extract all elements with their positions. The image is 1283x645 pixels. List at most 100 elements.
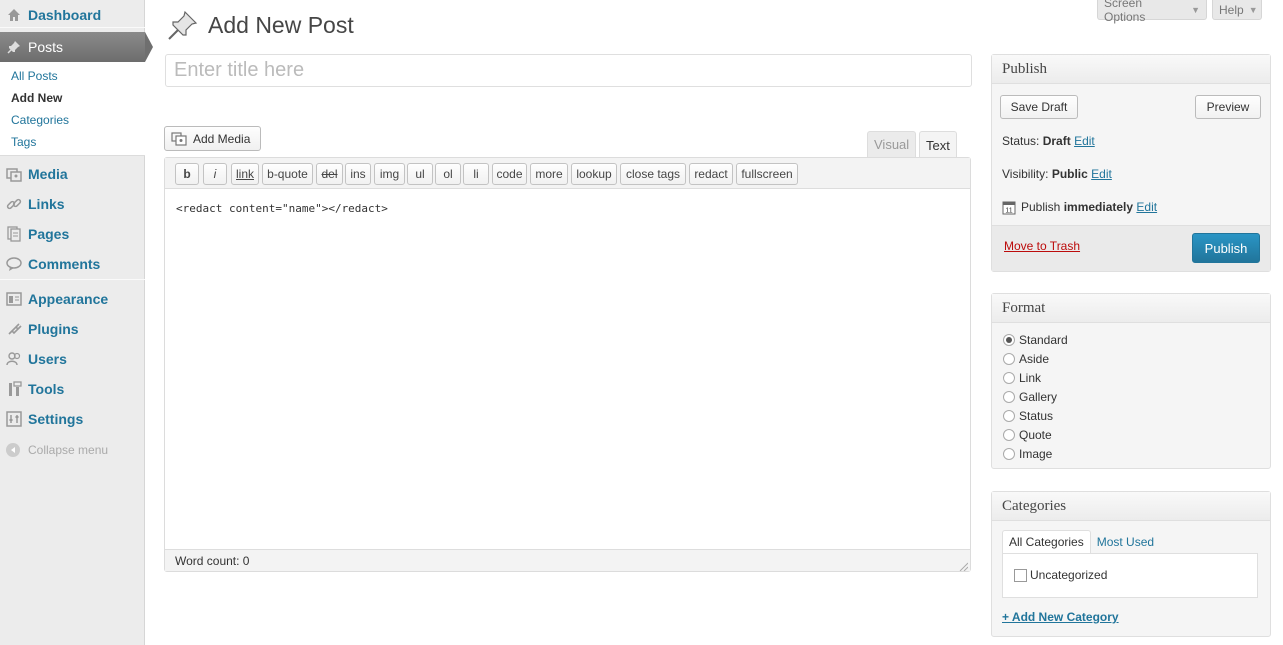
visibility-edit-link[interactable]: Edit xyxy=(1091,167,1112,181)
qt-bquote-button[interactable]: b-quote xyxy=(262,163,313,185)
radio-button[interactable] xyxy=(1003,334,1015,346)
quicktags-toolbar: b i link b-quote del ins img ul ol li co… xyxy=(165,158,970,189)
menu-pages-label: Pages xyxy=(28,226,70,242)
qt-redact-button[interactable]: redact xyxy=(689,163,733,185)
menu-posts[interactable]: Posts xyxy=(0,32,145,62)
save-draft-button[interactable]: Save Draft xyxy=(1000,95,1078,119)
visibility-row: Visibility: Public Edit xyxy=(1002,167,1112,181)
menu-settings-label: Settings xyxy=(28,411,84,427)
categories-box: Categories All Categories Most Used Unca… xyxy=(991,491,1271,637)
screen-options-button[interactable]: Screen Options ▼ xyxy=(1097,0,1207,24)
menu-appearance[interactable]: Appearance xyxy=(0,284,145,314)
collapse-arrow-icon xyxy=(6,443,20,457)
tab-most-used[interactable]: Most Used xyxy=(1091,530,1160,554)
menu-separator xyxy=(0,279,145,280)
qt-li-button[interactable]: li xyxy=(463,163,489,185)
format-option-quote[interactable]: Quote xyxy=(1003,428,1052,442)
editor-status-bar: Word count: 0 xyxy=(165,549,970,571)
category-item[interactable]: Uncategorized xyxy=(1014,568,1107,582)
tab-all-categories[interactable]: All Categories xyxy=(1002,530,1091,554)
qt-lookup-button[interactable]: lookup xyxy=(571,163,617,185)
move-to-trash-link[interactable]: Move to Trash xyxy=(1004,239,1080,253)
qt-ins-button[interactable]: ins xyxy=(345,163,371,185)
menu-pages[interactable]: Pages xyxy=(0,219,145,249)
chain-link-icon xyxy=(6,196,22,212)
menu-plugins[interactable]: Plugins xyxy=(0,314,145,344)
qt-bold-button[interactable]: b xyxy=(175,163,199,185)
calendar-icon: 11 xyxy=(1002,199,1016,215)
qt-link-button[interactable]: link xyxy=(231,163,259,185)
preview-button[interactable]: Preview xyxy=(1195,95,1261,119)
submenu-add-new[interactable]: Add New xyxy=(11,91,62,105)
qt-del-button[interactable]: del xyxy=(316,163,343,185)
word-count: Word count: 0 xyxy=(175,553,250,568)
format-option-image[interactable]: Image xyxy=(1003,447,1052,461)
tab-text[interactable]: Text xyxy=(919,131,957,158)
status-edit-link[interactable]: Edit xyxy=(1074,134,1095,148)
qt-fullscreen-button[interactable]: fullscreen xyxy=(736,163,798,185)
qt-code-button[interactable]: code xyxy=(492,163,527,185)
plug-icon xyxy=(6,321,22,337)
post-title-input[interactable] xyxy=(165,54,972,87)
menu-tools-label: Tools xyxy=(28,381,65,397)
status-value: Draft xyxy=(1042,134,1071,148)
qt-ul-button[interactable]: ul xyxy=(407,163,433,185)
format-option-label: Aside xyxy=(1019,352,1050,366)
format-option-status[interactable]: Status xyxy=(1003,409,1053,423)
format-option-label: Gallery xyxy=(1019,390,1058,404)
menu-comments[interactable]: Comments xyxy=(0,249,145,279)
menu-dashboard-label: Dashboard xyxy=(28,7,102,23)
current-menu-arrow xyxy=(145,32,153,62)
category-checkbox[interactable] xyxy=(1014,568,1027,582)
menu-separator xyxy=(0,27,145,28)
editor-textarea[interactable]: <redact content="name"></redact> xyxy=(176,202,388,215)
qt-close-tags-button[interactable]: close tags xyxy=(620,163,686,185)
menu-tools[interactable]: Tools xyxy=(0,374,145,404)
radio-button[interactable] xyxy=(1003,448,1015,460)
radio-button[interactable] xyxy=(1003,391,1015,403)
schedule-edit-link[interactable]: Edit xyxy=(1136,200,1157,214)
menu-settings[interactable]: Settings xyxy=(0,404,145,434)
qt-img-button[interactable]: img xyxy=(374,163,405,185)
categories-box-title[interactable]: Categories xyxy=(992,492,1270,521)
format-box: Format Standard Aside Link Gallery Statu… xyxy=(991,293,1271,469)
format-option-link[interactable]: Link xyxy=(1003,371,1041,385)
collapse-menu-button[interactable]: Collapse menu xyxy=(6,443,108,457)
add-new-category-link[interactable]: + Add New Category xyxy=(1002,610,1119,624)
help-button[interactable]: Help ▼ xyxy=(1212,0,1262,20)
screen-options-label: Screen Options xyxy=(1104,0,1146,24)
tab-visual[interactable]: Visual xyxy=(867,131,917,157)
publish-button[interactable]: Publish xyxy=(1192,233,1260,263)
publish-box-title[interactable]: Publish xyxy=(992,55,1270,84)
format-box-title[interactable]: Format xyxy=(992,294,1270,323)
dashboard-icon xyxy=(6,7,22,23)
radio-button[interactable] xyxy=(1003,372,1015,384)
category-label: Uncategorized xyxy=(1030,568,1108,582)
format-option-standard[interactable]: Standard xyxy=(1003,333,1068,347)
qt-italic-button[interactable]: i xyxy=(203,163,227,185)
help-label: Help xyxy=(1219,2,1244,17)
add-media-button[interactable]: Add Media xyxy=(164,126,261,151)
radio-button[interactable] xyxy=(1003,429,1015,441)
admin-sidebar: Dashboard Posts All Posts Add New Catego… xyxy=(0,0,153,645)
menu-dashboard[interactable]: Dashboard xyxy=(0,0,145,30)
submenu-categories[interactable]: Categories xyxy=(11,113,69,127)
chevron-down-icon: ▼ xyxy=(1191,4,1200,15)
svg-text:11: 11 xyxy=(1005,208,1012,215)
radio-button[interactable] xyxy=(1003,353,1015,365)
qt-ol-button[interactable]: ol xyxy=(435,163,461,185)
pages-icon xyxy=(6,226,22,242)
menu-links[interactable]: Links xyxy=(0,189,145,219)
post-editor: b i link b-quote del ins img ul ol li co… xyxy=(164,157,971,572)
page-title: Add New Post xyxy=(208,11,354,38)
radio-button[interactable] xyxy=(1003,410,1015,422)
settings-icon xyxy=(6,411,22,427)
menu-users[interactable]: Users xyxy=(0,344,145,374)
menu-media[interactable]: Media xyxy=(0,159,145,189)
format-option-gallery[interactable]: Gallery xyxy=(1003,390,1057,404)
resize-handle-icon[interactable] xyxy=(958,559,969,572)
submenu-all-posts[interactable]: All Posts xyxy=(11,69,58,83)
qt-more-button[interactable]: more xyxy=(530,163,568,185)
submenu-tags[interactable]: Tags xyxy=(11,135,36,149)
format-option-aside[interactable]: Aside xyxy=(1003,352,1049,366)
